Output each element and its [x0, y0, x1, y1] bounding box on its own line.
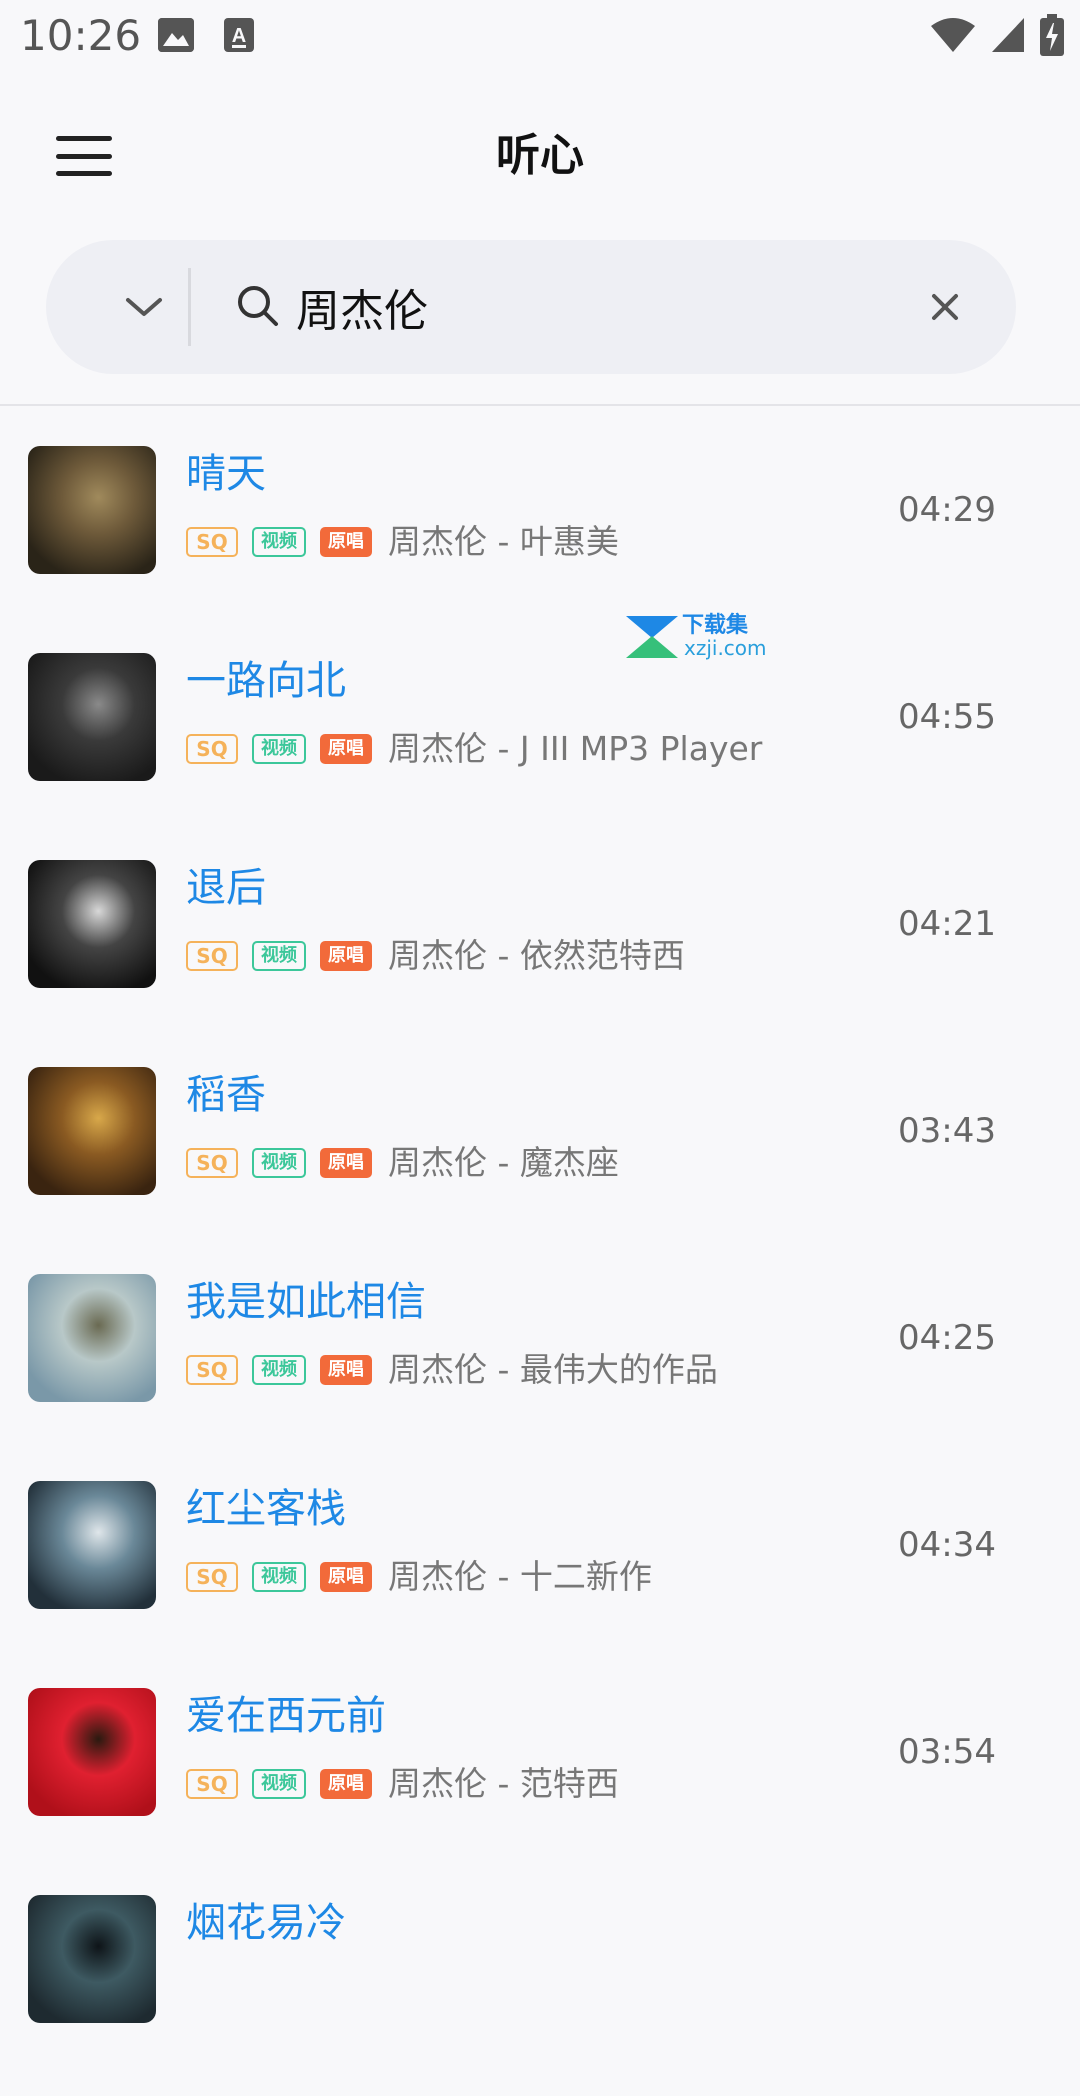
song-row[interactable]: 晴天 SQ 视频 原唱 周杰伦 - 叶惠美 04:29 — [0, 440, 1080, 647]
album-cover — [28, 860, 156, 988]
song-artist-album: 周杰伦 - 魔杰座 — [388, 1143, 619, 1182]
song-row[interactable]: 一路向北 SQ 视频 原唱 周杰伦 - J III MP3 Player 04:55 — [0, 647, 1080, 854]
song-badges: SQ 视频 原唱 周杰伦 - 最伟大的作品 — [186, 1350, 718, 1390]
song-title: 烟花易冷 — [186, 1900, 346, 1946]
wifi-icon — [931, 18, 975, 52]
song-title: 我是如此相信 — [186, 1279, 426, 1325]
song-row[interactable]: 红尘客栈 SQ 视频 原唱 周杰伦 - 十二新作 04:34 — [0, 1475, 1080, 1682]
video-badge: 视频 — [252, 734, 306, 764]
song-artist-album: 周杰伦 - 叶惠美 — [388, 522, 619, 561]
app-header: 听心 — [0, 100, 1080, 212]
sq-badge: SQ — [186, 1562, 238, 1592]
video-badge: 视频 — [252, 1562, 306, 1592]
song-title: 一路向北 — [186, 658, 346, 704]
search-type-dropdown[interactable] — [106, 280, 182, 336]
song-title: 晴天 — [186, 451, 266, 497]
album-cover — [28, 1481, 156, 1609]
song-duration: 03:43 — [898, 1111, 996, 1151]
battery-charging-icon — [1040, 14, 1064, 56]
song-row[interactable]: 爱在西元前 SQ 视频 原唱 周杰伦 - 范特西 03:54 — [0, 1682, 1080, 1889]
system-icons — [930, 14, 1064, 56]
search-icon — [236, 284, 280, 332]
original-badge: 原唱 — [320, 1355, 372, 1385]
sq-badge: SQ — [186, 527, 238, 557]
song-badges: SQ 视频 原唱 周杰伦 - 十二新作 — [186, 1557, 652, 1597]
image-icon — [158, 18, 194, 52]
svg-text:A: A — [232, 25, 246, 47]
original-badge: 原唱 — [320, 1562, 372, 1592]
watermark-logo-icon — [626, 616, 678, 658]
album-cover — [28, 1895, 156, 2023]
song-artist-album: 周杰伦 - J III MP3 Player — [388, 729, 763, 768]
song-duration: 04:29 — [898, 490, 996, 530]
song-badges: SQ 视频 原唱 周杰伦 - J III MP3 Player — [186, 729, 762, 769]
song-artist-album: 周杰伦 - 十二新作 — [388, 1557, 652, 1596]
search-divider — [188, 268, 191, 346]
song-row[interactable]: 烟花易冷 — [0, 1889, 1080, 2096]
sq-badge: SQ — [186, 1148, 238, 1178]
song-badges: SQ 视频 原唱 周杰伦 - 依然范特西 — [186, 936, 685, 976]
video-badge: 视频 — [252, 1355, 306, 1385]
status-time: 10:26 — [20, 11, 142, 60]
status-bar: 10:26 A — [0, 0, 1080, 72]
song-title: 稻香 — [186, 1072, 266, 1118]
song-duration: 03:54 — [898, 1732, 996, 1772]
cellular-icon — [992, 18, 1024, 52]
search-input[interactable] — [296, 276, 896, 338]
album-cover — [28, 1274, 156, 1402]
song-badges: SQ 视频 原唱 周杰伦 - 范特西 — [186, 1764, 619, 1804]
original-badge: 原唱 — [320, 1769, 372, 1799]
song-title: 退后 — [186, 865, 266, 911]
album-cover — [28, 1067, 156, 1195]
watermark-title: 下载集 — [682, 613, 749, 638]
list-divider — [0, 404, 1080, 406]
sq-badge: SQ — [186, 1355, 238, 1385]
song-row[interactable]: 稻香 SQ 视频 原唱 周杰伦 - 魔杰座 03:43 — [0, 1061, 1080, 1268]
watermark-subtitle: xzji.com — [684, 636, 767, 660]
album-cover — [28, 1688, 156, 1816]
video-badge: 视频 — [252, 1769, 306, 1799]
page-title: 听心 — [496, 130, 584, 181]
search-bar — [46, 240, 1016, 374]
text-a-icon: A — [224, 18, 254, 56]
album-cover — [28, 653, 156, 781]
song-duration: 04:25 — [898, 1318, 996, 1358]
sq-badge: SQ — [186, 734, 238, 764]
song-badges: SQ 视频 原唱 周杰伦 - 叶惠美 — [186, 522, 619, 562]
video-badge: 视频 — [252, 527, 306, 557]
song-artist-album: 周杰伦 - 最伟大的作品 — [388, 1350, 718, 1389]
song-title: 爱在西元前 — [186, 1693, 386, 1739]
song-artist-album: 周杰伦 - 范特西 — [388, 1764, 619, 1803]
close-icon[interactable] — [922, 284, 968, 330]
song-duration: 04:55 — [898, 697, 996, 737]
song-row[interactable]: 我是如此相信 SQ 视频 原唱 周杰伦 - 最伟大的作品 04:25 — [0, 1268, 1080, 1475]
song-row[interactable]: 退后 SQ 视频 原唱 周杰伦 - 依然范特西 04:21 — [0, 854, 1080, 1061]
video-badge: 视频 — [252, 1148, 306, 1178]
notification-icons: A — [158, 18, 254, 56]
song-duration: 04:34 — [898, 1525, 996, 1565]
album-cover — [28, 446, 156, 574]
chevron-down-icon — [126, 298, 162, 316]
sq-badge: SQ — [186, 941, 238, 971]
song-badges: SQ 视频 原唱 周杰伦 - 魔杰座 — [186, 1143, 619, 1183]
original-badge: 原唱 — [320, 1148, 372, 1178]
song-duration: 04:21 — [898, 904, 996, 944]
original-badge: 原唱 — [320, 527, 372, 557]
sq-badge: SQ — [186, 1769, 238, 1799]
original-badge: 原唱 — [320, 941, 372, 971]
song-title: 红尘客栈 — [186, 1486, 346, 1532]
original-badge: 原唱 — [320, 734, 372, 764]
video-badge: 视频 — [252, 941, 306, 971]
song-artist-album: 周杰伦 - 依然范特西 — [388, 936, 685, 975]
